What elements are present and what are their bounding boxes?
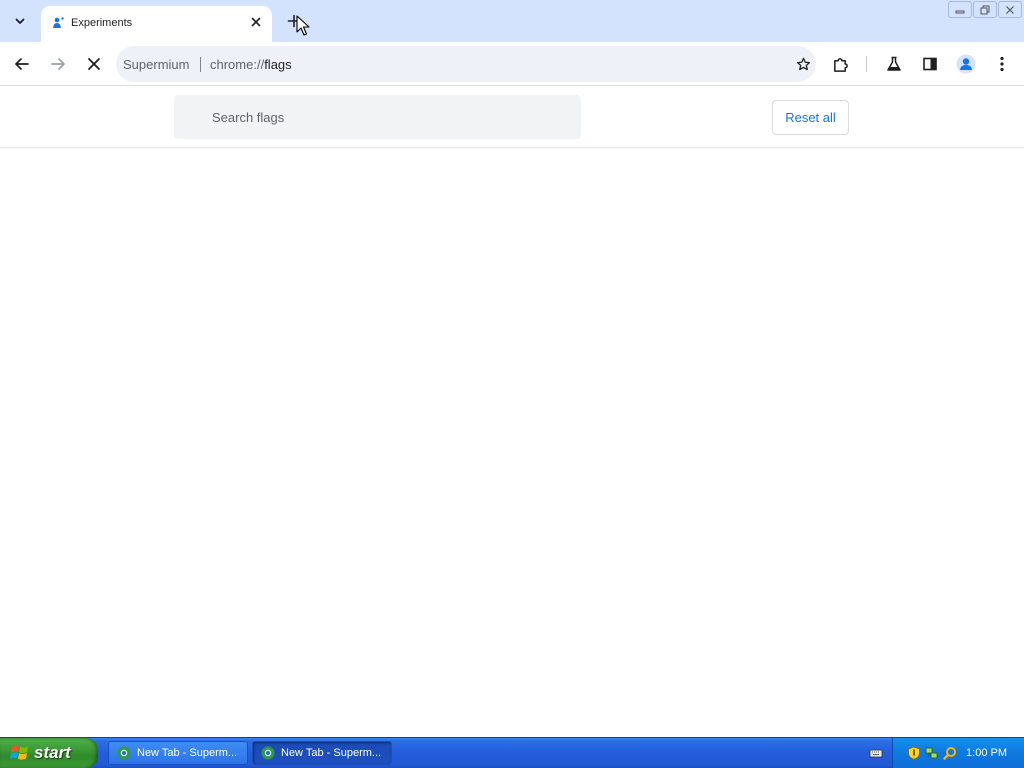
flask-icon bbox=[887, 56, 901, 71]
supermium-browser-icon bbox=[117, 746, 131, 760]
address-path: flags bbox=[264, 57, 292, 72]
avatar-icon bbox=[956, 54, 976, 74]
flag-search-box bbox=[174, 95, 581, 139]
new-tab-button[interactable] bbox=[280, 7, 307, 34]
close-icon bbox=[1006, 5, 1014, 14]
reset-all-button[interactable]: Reset all bbox=[772, 100, 849, 135]
tab-close-button[interactable] bbox=[246, 12, 266, 32]
taskbar-item-label: New Tab - Superm... bbox=[281, 747, 382, 759]
kebab-menu-icon bbox=[1000, 56, 1004, 72]
puzzle-icon bbox=[833, 57, 848, 72]
close-icon bbox=[251, 17, 261, 27]
bookmark-star-button[interactable] bbox=[788, 49, 818, 79]
browser-toolbar: Supermium chrome://flags bbox=[0, 42, 1024, 86]
address-site-name: Supermium bbox=[123, 57, 190, 72]
restore-icon bbox=[980, 5, 990, 14]
start-button[interactable]: start bbox=[0, 738, 98, 768]
tab-search-button[interactable] bbox=[6, 7, 33, 34]
back-button[interactable] bbox=[7, 49, 37, 79]
toolbar-divider bbox=[866, 56, 867, 72]
address-bar[interactable]: Supermium chrome://flags bbox=[116, 46, 816, 82]
menu-button[interactable] bbox=[987, 49, 1017, 79]
experiments-favicon-icon bbox=[53, 17, 64, 28]
window-controls bbox=[948, 1, 1022, 18]
profile-button[interactable] bbox=[951, 49, 981, 79]
flags-header: Reset all bbox=[0, 87, 1024, 148]
screen: Experiments Supermium chrome://flags Sea… bbox=[0, 0, 1024, 768]
clock: 1:00 PM bbox=[966, 747, 1007, 759]
forward-button[interactable] bbox=[43, 49, 73, 79]
plus-icon bbox=[287, 14, 300, 27]
star-icon bbox=[796, 57, 810, 70]
security-shield-icon[interactable] bbox=[907, 746, 921, 760]
network-icon[interactable] bbox=[925, 746, 939, 760]
side-panel-button[interactable] bbox=[915, 49, 945, 79]
flags-content-area bbox=[0, 149, 1024, 736]
labs-button[interactable] bbox=[879, 49, 909, 79]
tab-experiments[interactable]: Experiments bbox=[41, 6, 272, 42]
forward-arrow-icon bbox=[51, 58, 65, 70]
back-arrow-icon bbox=[15, 58, 29, 70]
minimize-icon bbox=[955, 10, 965, 13]
side-panel-icon bbox=[923, 57, 937, 71]
keyboard-icon[interactable] bbox=[869, 746, 883, 760]
tab-strip: Experiments bbox=[0, 0, 1024, 42]
address-scheme: chrome:// bbox=[210, 57, 265, 72]
stop-loading-button[interactable] bbox=[79, 49, 109, 79]
start-label: start bbox=[34, 743, 71, 762]
extensions-button[interactable] bbox=[825, 49, 855, 79]
close-icon bbox=[88, 58, 100, 70]
taskbar-item-new-tab-2[interactable]: New Tab - Superm... bbox=[252, 741, 392, 765]
address-url: chrome://flags bbox=[210, 57, 292, 72]
supermium-browser-icon bbox=[261, 746, 275, 760]
taskbar-item-label: New Tab - Superm... bbox=[137, 747, 238, 759]
magnifier-icon[interactable] bbox=[943, 746, 957, 760]
taskbar-item-new-tab-1[interactable]: New Tab - Superm... bbox=[108, 741, 248, 765]
close-window-button[interactable] bbox=[998, 1, 1022, 18]
windows-logo-icon bbox=[10, 745, 28, 760]
minimize-button[interactable] bbox=[948, 1, 972, 18]
chevron-down-icon bbox=[15, 18, 24, 24]
tab-title: Experiments bbox=[71, 17, 133, 29]
flag-search-input[interactable] bbox=[174, 95, 581, 139]
taskbar: start New Tab - Superm... New Tab - Supe… bbox=[0, 737, 1024, 768]
system-tray: 1:00 PM bbox=[892, 738, 1024, 768]
address-separator bbox=[200, 57, 201, 72]
restore-button[interactable] bbox=[973, 1, 997, 18]
